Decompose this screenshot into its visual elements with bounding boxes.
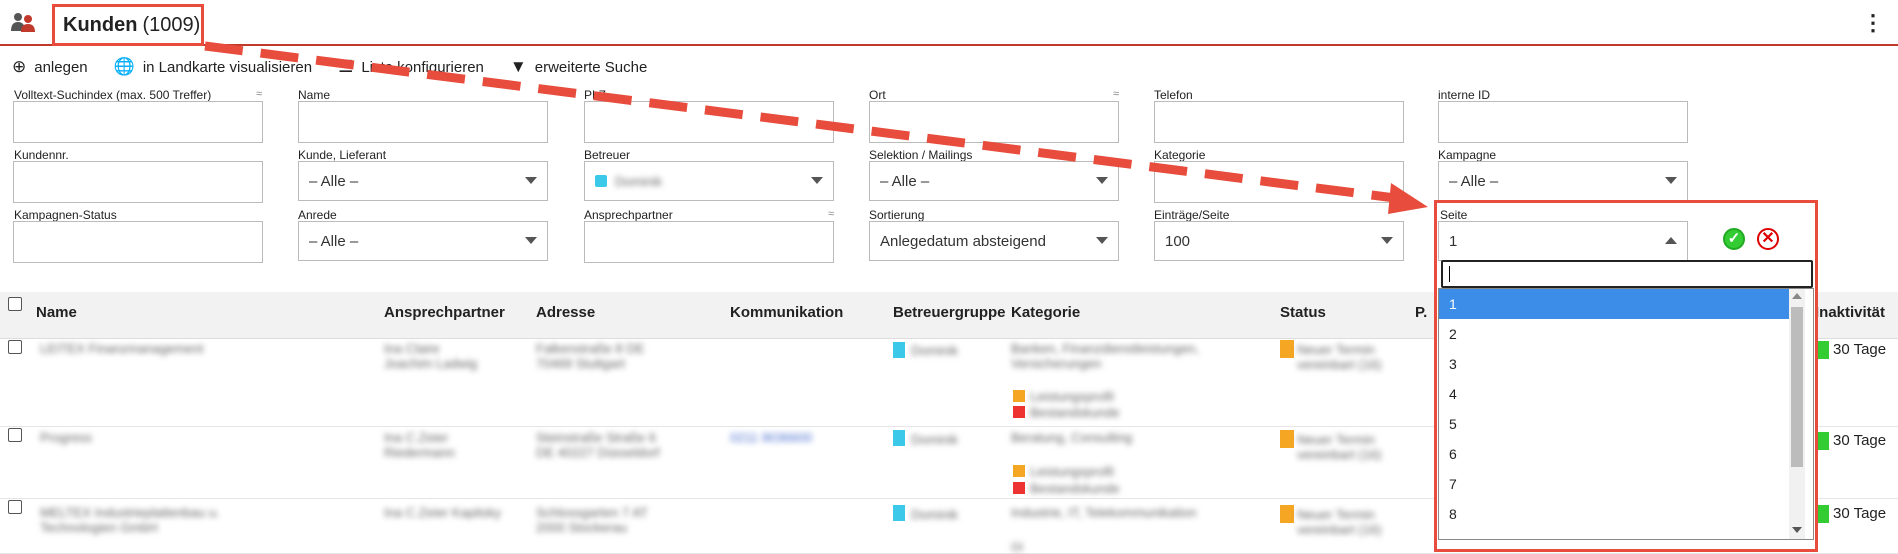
annotation-arrowhead: [1388, 183, 1428, 214]
annotation-arrow: [204, 41, 1428, 214]
